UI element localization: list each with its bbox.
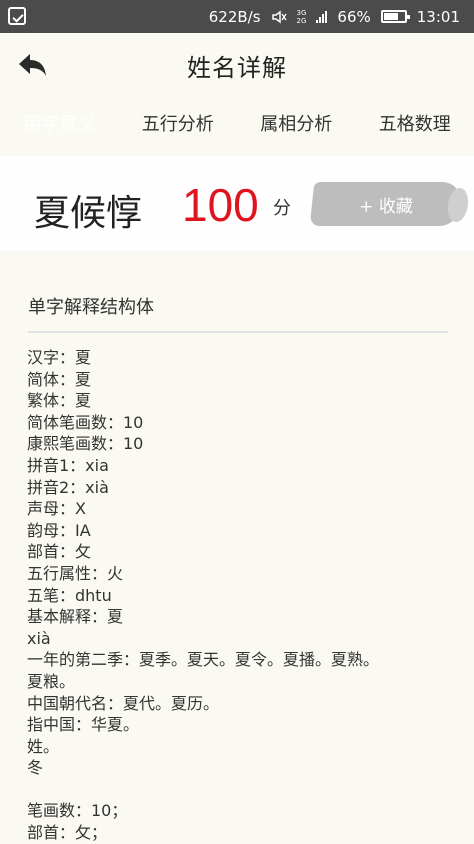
score-unit: 分 xyxy=(273,194,291,220)
detail-line: 部首：攵 xyxy=(27,541,456,563)
name-card: 夏候惇 100 分 + 收藏 xyxy=(0,156,474,251)
tab-character-meaning[interactable]: 用字意义 xyxy=(0,103,119,143)
detail-line: 一年的第二季：夏季。夏天。夏令。夏播。夏熟。 xyxy=(27,649,456,671)
detail-line: 五行属性：火 xyxy=(27,563,456,585)
network-speed: 622B/s xyxy=(209,8,261,26)
battery-icon xyxy=(381,10,407,23)
detail-line: 拼音2：xià xyxy=(27,477,456,499)
detail-line: 汉字：夏 xyxy=(27,347,456,369)
character-detail: 单字解释结构体 汉字：夏简体：夏繁体：夏简体笔画数：10康熙笔画数：10拼音1：… xyxy=(0,251,474,841)
detail-line: 韵母：IA xyxy=(27,520,456,542)
network-type: 3G 2G xyxy=(297,9,307,25)
tab-five-grids[interactable]: 五格数理 xyxy=(356,103,474,143)
tab-five-elements[interactable]: 五行分析 xyxy=(119,103,238,143)
detail-line: 繁体：夏 xyxy=(27,390,456,412)
score-value: 100 xyxy=(182,178,259,232)
mute-icon xyxy=(271,9,287,25)
detail-line: 五笔：dhtu xyxy=(27,585,456,607)
detail-line: 基本解释：夏 xyxy=(27,606,456,628)
detail-line: 冬 xyxy=(27,757,456,779)
detail-line: 声母：X xyxy=(27,498,456,520)
tab-zodiac[interactable]: 属相分析 xyxy=(237,103,356,143)
favorite-button[interactable]: + 收藏 xyxy=(312,178,460,230)
detail-line: 简体笔画数：10 xyxy=(27,412,456,434)
detail-line: 部首：攵； xyxy=(27,822,456,844)
divider xyxy=(28,331,448,333)
battery-percent: 66% xyxy=(337,8,370,26)
detail-line: 姓。 xyxy=(27,736,456,758)
name-text: 夏候惇 xyxy=(34,184,142,236)
page-title: 姓名详解 xyxy=(187,48,287,83)
detail-text: 汉字：夏简体：夏繁体：夏简体笔画数：10康熙笔画数：10拼音1：xia拼音2：x… xyxy=(27,347,456,844)
detail-line: 简体：夏 xyxy=(27,369,456,391)
tab-bar: 用字意义 五行分析 属相分析 五格数理 xyxy=(0,98,474,148)
back-button[interactable] xyxy=(14,47,50,83)
detail-line: 中国朝代名：夏代。夏历。 xyxy=(27,693,456,715)
detail-line xyxy=(27,779,456,801)
detail-line: 指中国：华夏。 xyxy=(27,714,456,736)
app-header: 姓名详解 xyxy=(0,33,474,98)
favorite-label: + 收藏 xyxy=(359,192,413,217)
detail-line: 夏粮。 xyxy=(27,671,456,693)
back-arrow-icon xyxy=(16,51,48,79)
detail-line: 康熙笔画数：10 xyxy=(27,433,456,455)
detail-line: 笔画数：10； xyxy=(27,800,456,822)
notification-icon xyxy=(8,7,26,25)
status-bar: 622B/s 3G 2G 66% 13:01 xyxy=(0,0,474,33)
detail-line: xià xyxy=(27,628,456,650)
section-title: 单字解释结构体 xyxy=(28,293,154,319)
detail-line: 拼音1：xia xyxy=(27,455,456,477)
clock: 13:01 xyxy=(417,8,460,26)
signal-icon xyxy=(316,11,327,23)
